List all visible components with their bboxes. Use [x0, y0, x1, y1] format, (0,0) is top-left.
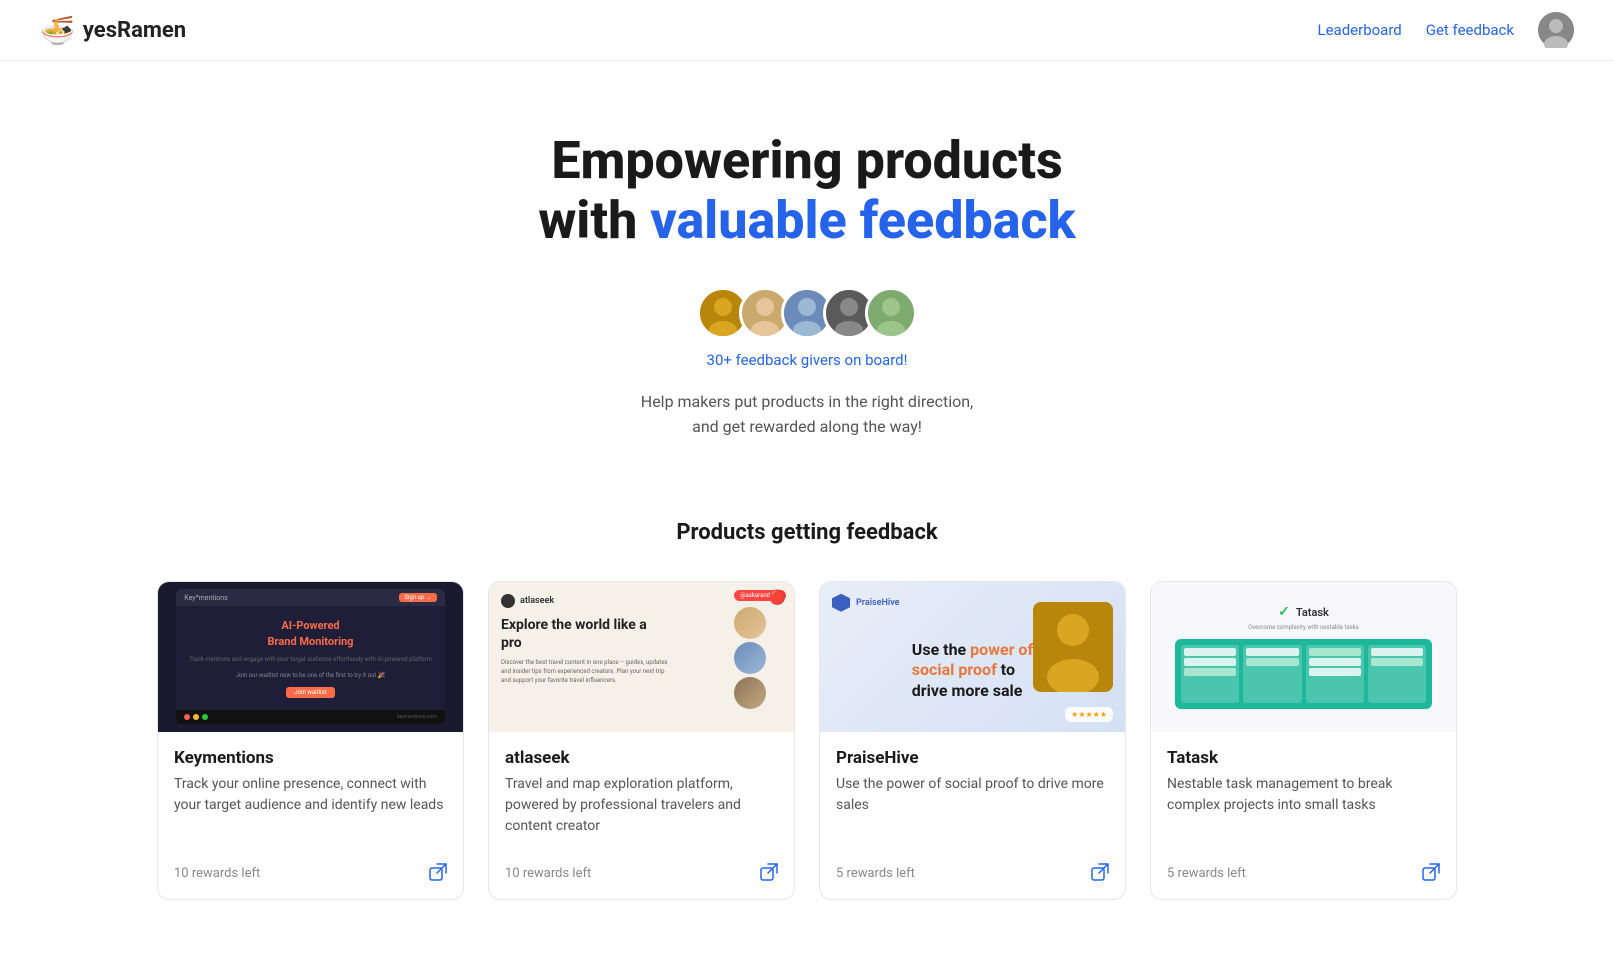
card-footer-tatask: 5 rewards left	[1151, 853, 1456, 899]
atlaseek-logo: atlaseek	[501, 594, 554, 608]
feedback-count[interactable]: 30+ feedback givers on board!	[20, 351, 1594, 369]
tatask-header: ✓ Tatask	[1278, 604, 1329, 620]
atlaseek-sidebar: @askarandoge	[734, 590, 786, 709]
card-body-praisehive: PraiseHive Use the power of social proof…	[820, 732, 1125, 853]
card-footer-praisehive: 5 rewards left	[820, 853, 1125, 899]
card-image-keymentions: Key*mentions Sign up → AI-PoweredBrand M…	[158, 582, 463, 732]
card-desc-praisehive: Use the power of social proof to drive m…	[836, 774, 1109, 837]
card-rewards-tatask: 5 rewards left	[1167, 866, 1246, 881]
card-desc-tatask: Nestable task management to break comple…	[1167, 774, 1440, 837]
card-desc-atlaseek: Travel and map exploration platform, pow…	[505, 774, 778, 837]
external-link-tatask[interactable]	[1422, 863, 1440, 885]
card-rewards-praisehive: 5 rewards left	[836, 866, 915, 881]
card-footer-keymentions: 10 rewards left	[158, 853, 463, 899]
logo-text: yesRamen	[83, 18, 186, 43]
praisehive-tagline: Use the power ofsocial proof todrive mor…	[912, 640, 1033, 702]
nav-right: Leaderboard Get feedback	[1318, 12, 1574, 48]
leaderboard-link[interactable]: Leaderboard	[1318, 21, 1402, 39]
card-body-tatask: Tatask Nestable task management to break…	[1151, 732, 1456, 853]
card-name-keymentions: Keymentions	[174, 748, 447, 768]
hero-title: Empowering products with valuable feedba…	[20, 131, 1594, 251]
card-image-tatask: ✓ Tatask Overcome complexity with nestab…	[1151, 582, 1456, 732]
products-section: Products getting feedback Key*mentions S…	[0, 480, 1614, 960]
card-image-praisehive: PraiseHive Use the power ofsocial proof …	[820, 582, 1125, 732]
card-praisehive[interactable]: PraiseHive Use the power ofsocial proof …	[819, 581, 1126, 900]
card-desc-keymentions: Track your online presence, connect with…	[174, 774, 447, 837]
logo-icon: 🍜	[40, 14, 75, 47]
praisehive-logo: PraiseHive	[832, 594, 900, 612]
navbar: 🍜 yesRamen Leaderboard Get feedback	[0, 0, 1614, 61]
feedback-givers-avatars	[20, 287, 1594, 339]
card-atlaseek[interactable]: atlaseek Explore the world like a pro Di…	[488, 581, 795, 900]
external-link-keymentions[interactable]	[429, 863, 447, 885]
card-rewards-atlaseek: 10 rewards left	[505, 866, 591, 881]
card-body-atlaseek: atlaseek Travel and map exploration plat…	[489, 732, 794, 853]
card-rewards-keymentions: 10 rewards left	[174, 866, 260, 881]
card-tatask[interactable]: ✓ Tatask Overcome complexity with nestab…	[1150, 581, 1457, 900]
tatask-sub: Overcome complexity with nestable tasks	[1248, 624, 1359, 631]
external-link-praisehive[interactable]	[1091, 863, 1109, 885]
praisehive-person	[1033, 602, 1113, 692]
user-avatar[interactable]	[1538, 12, 1574, 48]
products-title: Products getting feedback	[60, 520, 1554, 545]
card-keymentions[interactable]: Key*mentions Sign up → AI-PoweredBrand M…	[157, 581, 464, 900]
external-link-atlaseek[interactable]	[760, 863, 778, 885]
card-name-tatask: Tatask	[1167, 748, 1440, 768]
get-feedback-link[interactable]: Get feedback	[1426, 21, 1514, 39]
card-image-atlaseek: atlaseek Explore the world like a pro Di…	[489, 582, 794, 732]
tatask-board	[1175, 639, 1432, 709]
products-grid: Key*mentions Sign up → AI-PoweredBrand M…	[157, 581, 1457, 900]
card-name-praisehive: PraiseHive	[836, 748, 1109, 768]
avatar-5	[865, 287, 917, 339]
hero-section: Empowering products with valuable feedba…	[0, 61, 1614, 480]
card-body-keymentions: Keymentions Track your online presence, …	[158, 732, 463, 853]
hero-subtext: Help makers put products in the right di…	[20, 389, 1594, 440]
card-name-atlaseek: atlaseek	[505, 748, 778, 768]
logo[interactable]: 🍜 yesRamen	[40, 14, 186, 47]
card-footer-atlaseek: 10 rewards left	[489, 853, 794, 899]
